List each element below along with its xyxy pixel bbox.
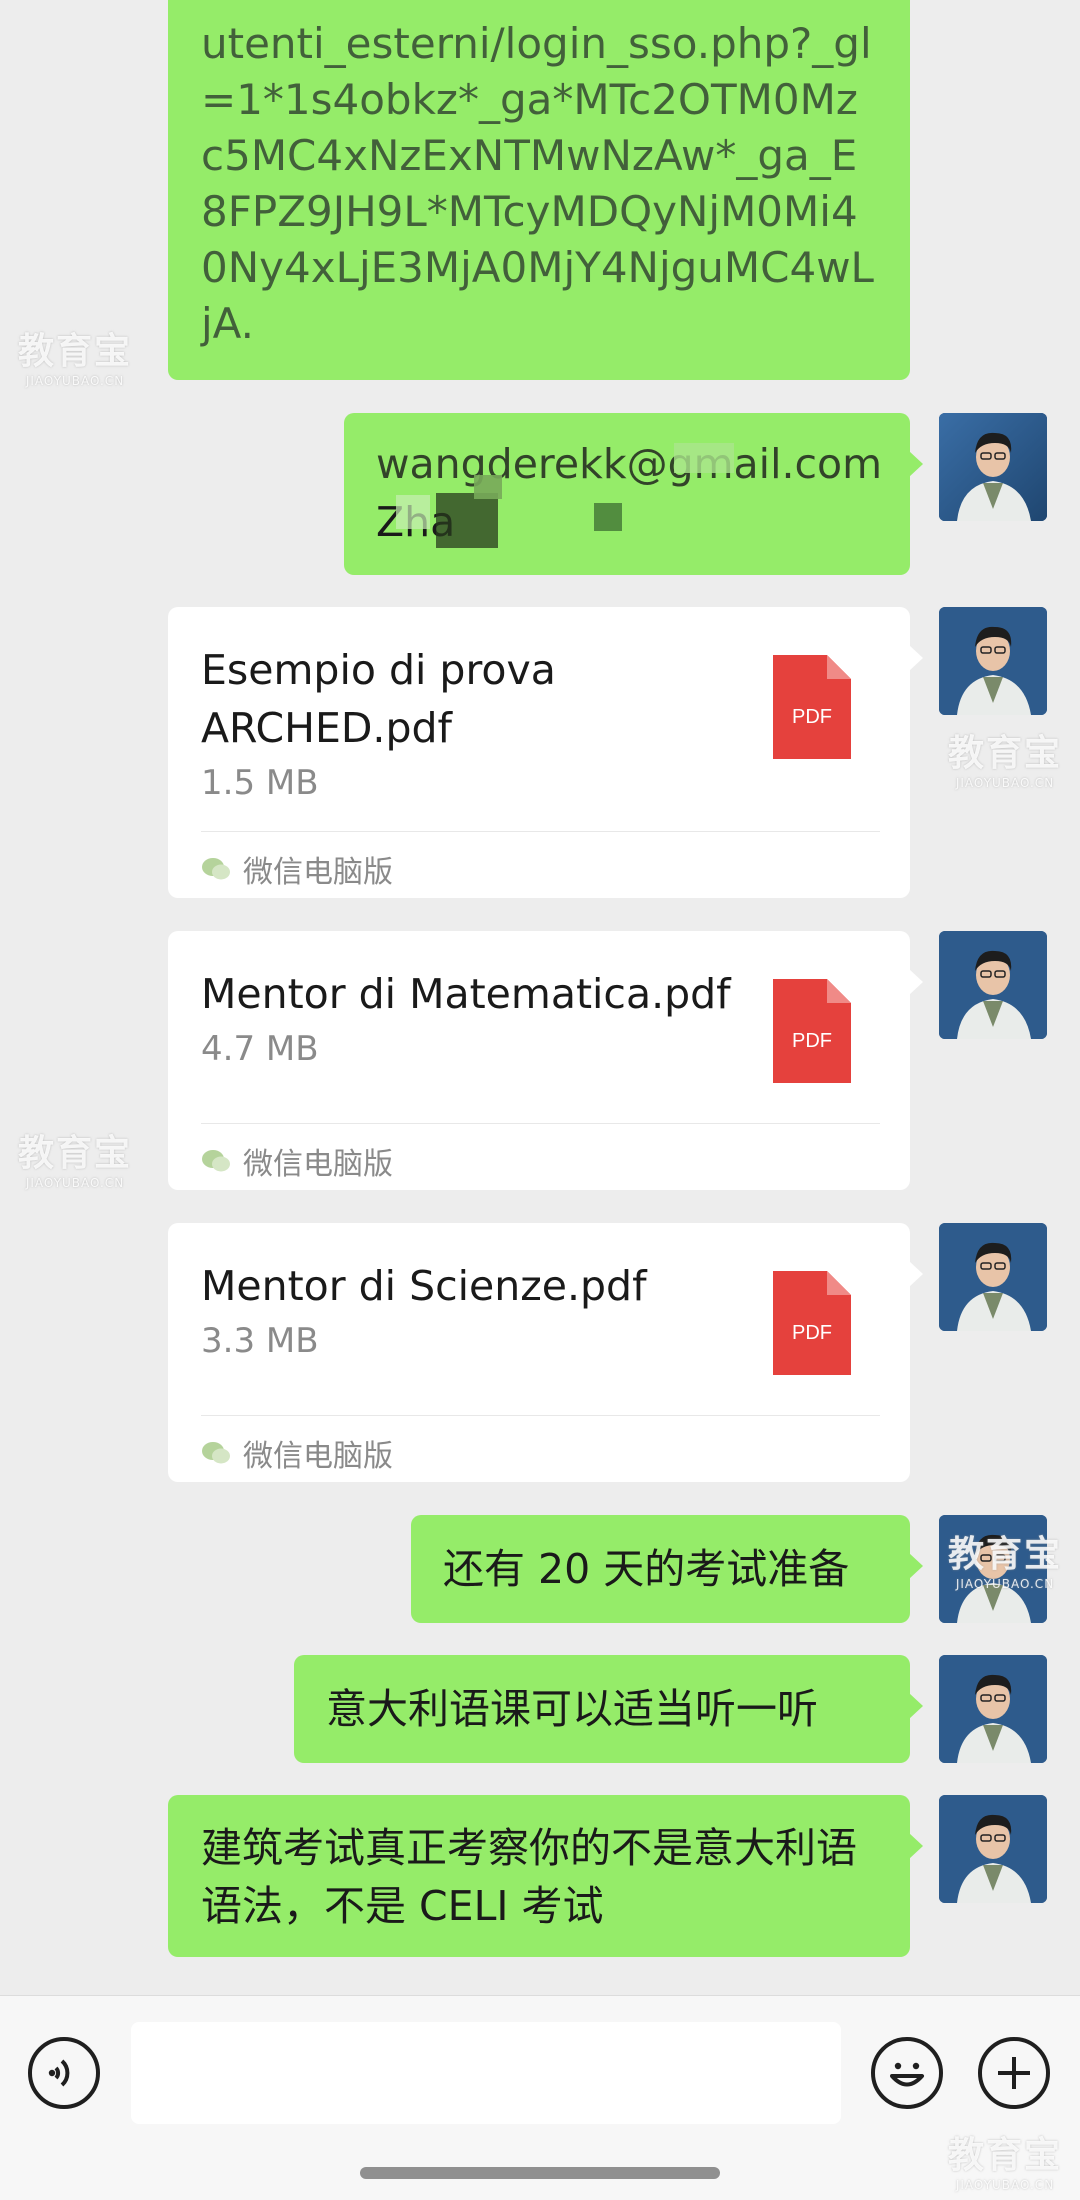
avatar-image (939, 1795, 1047, 1903)
file-name[interactable]: Esempio di prova ARCHED.pdf (201, 641, 681, 757)
pdf-file-icon: PDF (773, 655, 851, 759)
file-source-label: 微信电脑版 (243, 1439, 393, 1474)
file-message-card[interactable]: Esempio di prova ARCHED.pdf 1.5 MB PDF 微… (168, 607, 923, 898)
text-message-bubble[interactable]: 意大利语课可以适当听一听 (294, 1655, 923, 1763)
input-bar: 教育宝 JIAOYUBAO.CN (0, 1995, 1080, 2200)
avatar[interactable] (939, 413, 1047, 521)
message-input[interactable] (131, 2022, 841, 2124)
email-line-1[interactable]: wangderekk@gmail.com (376, 435, 882, 493)
avatar-image (939, 413, 1047, 521)
avatar[interactable] (939, 931, 1047, 1039)
file-size: 1.5 MB (201, 763, 319, 803)
avatar-image (939, 931, 1047, 1039)
avatar-image (939, 1655, 1047, 1763)
wechat-icon (202, 1442, 230, 1464)
svg-text:PDF: PDF (792, 1030, 832, 1052)
message-text[interactable]: 建筑考试真正考察你的不是意大利语语法，不是 CELI 考试 (201, 1819, 882, 1935)
pixelation-mask (474, 475, 502, 499)
chat-area[interactable]: utenti_esterni/login_sso.php?_gl=1*1s4ob… (0, 0, 1080, 1995)
file-message-card[interactable]: Mentor di Matematica.pdf 4.7 MB PDF 微信电脑… (168, 931, 923, 1190)
file-source: 微信电脑版 (201, 847, 393, 891)
file-name[interactable]: Mentor di Scienze.pdf (201, 1257, 761, 1315)
file-source: 微信电脑版 (201, 1431, 393, 1475)
wechat-icon (202, 1150, 230, 1172)
link-message-bubble[interactable]: utenti_esterni/login_sso.php?_gl=1*1s4ob… (168, 0, 910, 380)
file-divider (201, 1415, 880, 1416)
watermark: 教育宝 JIAOYUBAO.CN (948, 2135, 1063, 2192)
wechat-icon (202, 858, 230, 880)
file-source-label: 微信电脑版 (243, 855, 393, 890)
voice-icon[interactable] (28, 2037, 100, 2109)
pdf-file-icon: PDF (773, 979, 851, 1083)
pixelation-mask (674, 443, 734, 473)
file-size: 3.3 MB (201, 1321, 319, 1361)
plus-icon[interactable] (978, 2037, 1050, 2109)
file-source: 微信电脑版 (201, 1139, 393, 1183)
file-size: 4.7 MB (201, 1029, 319, 1069)
file-source-label: 微信电脑版 (243, 1147, 393, 1182)
file-message-card[interactable]: Mentor di Scienze.pdf 3.3 MB PDF 微信电脑版 (168, 1223, 923, 1482)
file-divider (201, 831, 880, 832)
pdf-file-icon: PDF (773, 1271, 851, 1375)
watermark: 教育宝 JIAOYUBAO.CN (18, 1133, 133, 1190)
link-message-text[interactable]: utenti_esterni/login_sso.php?_gl=1*1s4ob… (201, 16, 880, 352)
email-message-bubble[interactable]: wangderekk@gmail.com Zha (344, 413, 923, 575)
home-indicator[interactable] (360, 2167, 720, 2179)
text-message-bubble[interactable]: 还有 20 天的考试准备 (411, 1515, 923, 1623)
text-message-bubble[interactable]: 建筑考试真正考察你的不是意大利语语法，不是 CELI 考试 (168, 1795, 923, 1957)
avatar[interactable] (939, 1795, 1047, 1903)
avatar[interactable] (939, 1223, 1047, 1331)
file-divider (201, 1123, 880, 1124)
message-text[interactable]: 意大利语课可以适当听一听 (326, 1680, 882, 1738)
watermark: 教育宝 JIAOYUBAO.CN (948, 733, 1063, 790)
svg-text:PDF: PDF (792, 1322, 832, 1344)
file-name[interactable]: Mentor di Matematica.pdf (201, 965, 761, 1023)
watermark: 教育宝 JIAOYUBAO.CN (948, 1534, 1063, 1591)
pixelation-mask (396, 495, 430, 529)
svg-text:PDF: PDF (792, 706, 832, 728)
avatar-image (939, 607, 1047, 715)
emoji-icon[interactable] (871, 2037, 943, 2109)
watermark: 教育宝 JIAOYUBAO.CN (18, 331, 133, 388)
avatar[interactable] (939, 1655, 1047, 1763)
message-text[interactable]: 还有 20 天的考试准备 (443, 1540, 882, 1598)
pixelation-mask (594, 503, 622, 531)
pixelation-mask (436, 493, 498, 548)
avatar-image (939, 1223, 1047, 1331)
avatar[interactable] (939, 607, 1047, 715)
